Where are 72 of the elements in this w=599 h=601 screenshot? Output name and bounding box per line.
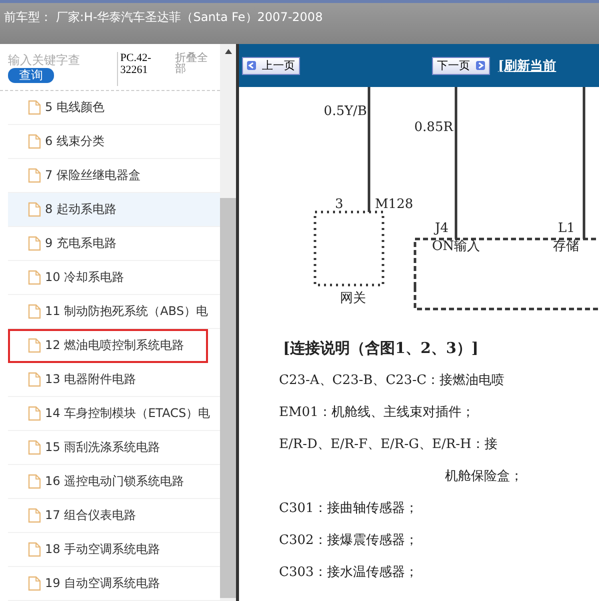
scrollbar-thumb[interactable]	[220, 198, 236, 598]
search-field[interactable]: 输入关键字查	[8, 52, 112, 68]
arrow-icon	[476, 61, 485, 70]
item-label: 15 雨刮洗涤系统电路	[45, 439, 160, 456]
gateway-label: 网关	[340, 291, 366, 306]
description-line: EM01：机舱线、主线束对插件；	[278, 404, 476, 422]
document-icon	[28, 168, 41, 183]
window-title: 前车型： 厂家:H-华泰汽车圣达菲（Santa Fe）2007-2008	[4, 10, 323, 24]
description-line: C303：接水温传感器；	[278, 564, 419, 582]
document-icon	[28, 100, 41, 115]
document-icon	[28, 134, 41, 149]
item-label: 16 遥控电动门锁系统电路	[45, 473, 184, 490]
item-label: 9 充电系电路	[45, 235, 116, 252]
item-label: 11 制动防抱死系统（ABS）电	[45, 303, 208, 320]
sidebar-item[interactable]: 12 燃油电喷控制系统电路	[8, 329, 208, 363]
document-icon	[28, 508, 41, 523]
sidebar-item[interactable]: 6 线束分类	[8, 125, 220, 159]
description-line: C23-A、C23-B、C23-C：接燃油电喷	[278, 372, 506, 390]
document-icon	[28, 372, 41, 387]
sidebar-item[interactable]: 18 手动空调系统电路	[8, 533, 220, 567]
document-icon	[28, 304, 41, 319]
item-label: 19 自动空调系统电路	[45, 575, 160, 592]
previous-page-button[interactable]: 上一页	[242, 56, 300, 74]
description-line: 机舱保险盒；	[444, 468, 524, 486]
refresh-link[interactable]: [刷新当前	[498, 56, 556, 74]
description-line: E/R-D、E/R-F、E/R-G、E/R-H：接	[278, 436, 498, 454]
sidebar-item[interactable]: 9 充电系电路	[8, 227, 220, 261]
pin-label: L1	[558, 221, 575, 236]
sidebar-item[interactable]: 17 组合仪表电路	[8, 499, 220, 533]
pin-label: J4	[435, 221, 448, 236]
document-icon	[28, 338, 41, 353]
sidebar-item[interactable]: 8 起动系电路	[8, 193, 220, 227]
item-label: 12 燃油电喷控制系统电路	[45, 337, 184, 354]
sidebar-item[interactable]: 19 自动空调系统电路	[8, 567, 220, 601]
connector-label: M128	[375, 197, 414, 212]
item-label: 10 冷却系电路	[45, 269, 124, 286]
item-label: 17 组合仪表电路	[45, 507, 136, 524]
pin-label: ON输入	[432, 239, 480, 254]
document-icon	[28, 202, 41, 217]
sidebar-item[interactable]: 13 电器附件电路	[8, 363, 220, 397]
sidebar-item[interactable]: 15 雨刮洗涤系统电路	[8, 431, 220, 465]
document-code: PC.42-32261	[117, 52, 170, 86]
wire-label: 0.5Y/B	[324, 104, 367, 119]
item-label: 7 保险丝继电器盒	[45, 167, 140, 184]
next-page-button[interactable]: 下一页	[432, 56, 490, 74]
document-icon	[28, 406, 41, 421]
scroll-up-icon[interactable]	[224, 48, 232, 54]
item-label: 5 电线颜色	[45, 99, 104, 116]
item-label: 13 电器附件电路	[45, 371, 136, 388]
sidebar-item[interactable]: 16 遥控电动门锁系统电路	[8, 465, 220, 499]
arrow-icon	[247, 61, 256, 70]
document-icon	[28, 440, 41, 455]
sidebar-item[interactable]: 10 冷却系电路	[8, 261, 220, 295]
description-line: C302：接爆震传感器；	[278, 532, 419, 550]
search-button[interactable]: 查询	[8, 68, 54, 83]
document-icon	[28, 474, 41, 489]
sidebar-item[interactable]: 11 制动防抱死系统（ABS）电	[8, 295, 220, 329]
sidebar-item[interactable]: 5 电线颜色	[8, 91, 220, 125]
pin-label: 存储	[553, 239, 579, 254]
pin-label: 3	[335, 197, 344, 212]
wire-label: 0.85R	[414, 120, 453, 135]
item-label: 14 车身控制模块（ETACS）电	[45, 405, 210, 422]
document-icon	[28, 542, 41, 557]
description-line: C301：接曲轴传感器；	[278, 500, 419, 518]
section-heading: [连接说明（含图1、2、3）]	[282, 338, 480, 359]
item-label: 8 起动系电路	[45, 201, 116, 218]
item-label: 18 手动空调系统电路	[45, 541, 160, 558]
item-label: 6 线束分类	[45, 133, 104, 150]
document-icon	[28, 236, 41, 251]
sidebar-item[interactable]: 14 车身控制模块（ETACS）电	[8, 397, 220, 431]
document-icon	[28, 270, 41, 285]
document-icon	[28, 576, 41, 591]
